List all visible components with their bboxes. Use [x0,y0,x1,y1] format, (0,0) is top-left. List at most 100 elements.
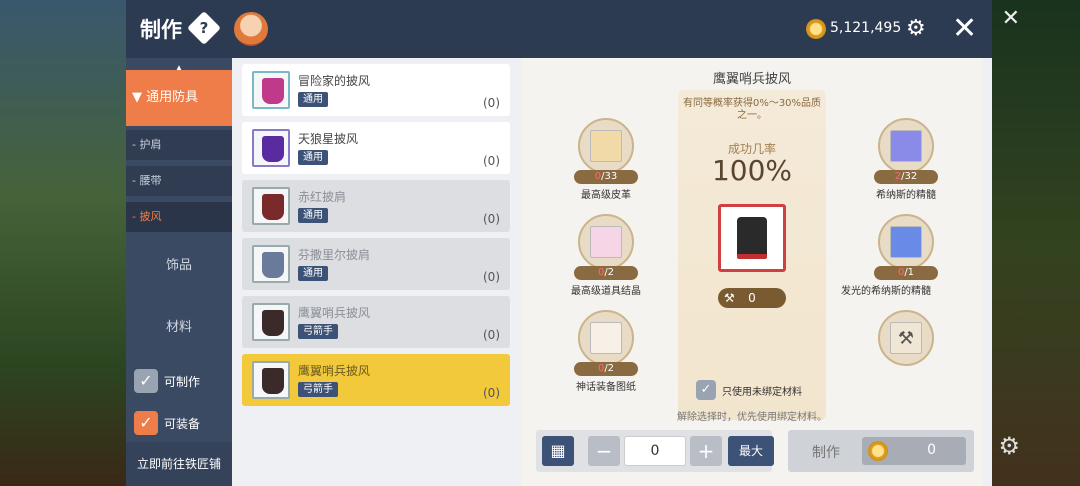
craftable-checkbox[interactable]: ✓ [134,369,158,393]
item-count: (0) [483,96,500,110]
decrease-button[interactable]: − [588,436,620,466]
material-count: 0/33 [574,170,638,184]
item-tag: 通用 [298,150,328,165]
max-button[interactable]: 最大 [728,436,774,466]
material-count: 2/32 [874,170,938,184]
quality-note: 有同等概率获得0%～30%品质之一。 [682,98,822,121]
go-to-blacksmith-button[interactable]: 立即前往铁匠铺 [126,442,232,486]
material-slot[interactable] [578,214,634,270]
list-item[interactable]: 冒险家的披风 通用 (0) [242,64,510,116]
gold-coin-icon [806,19,826,39]
use-unbound-checkbox[interactable]: ✓ [696,380,716,400]
hammer-slot[interactable]: ⚒ [878,310,934,366]
item-count: (0) [483,328,500,342]
item-thumbnail [252,303,290,341]
bound-material-hint: 解除选择时，优先使用绑定材料。 [677,412,827,423]
close-button[interactable]: ✕ [952,12,977,46]
hammer-icon: ⚒ [724,291,735,305]
material-slot[interactable] [578,118,634,174]
use-unbound-label: 只使用未绑定材料 [722,386,802,398]
game-background-left [0,0,128,486]
subcategory-cape[interactable]: - 披风 [126,202,232,232]
title-bar: 制作 ? 5,121,495 ⚙ ✕ [126,0,992,58]
item-tag: 弓箭手 [298,382,338,397]
help-icon[interactable]: ? [187,11,221,45]
filter-craftable[interactable]: ✓ 可制作 [134,368,200,394]
item-count: (0) [483,212,500,226]
item-name: 鹰翼哨兵披风 [298,306,371,320]
item-count: (0) [483,386,500,400]
material-count: 0/1 [874,266,938,280]
item-name: 芬撒里尔披肩 [298,248,371,262]
material-slot[interactable] [578,310,634,366]
crafting-window: 制作 ? 5,121,495 ⚙ ✕ ▲ ▼ 通用防具 - 护肩 - 腰带 - … [126,0,992,486]
subcategory-belt[interactable]: - 腰带 [126,166,232,196]
craft-cost: 0 [862,437,966,465]
quantity-input[interactable]: 0 [624,436,686,466]
item-name: 鹰翼哨兵披风 [298,364,371,378]
shining-essence-icon [890,226,922,258]
material-name: 最高级皮革 [581,190,631,201]
material-slot[interactable] [878,118,934,174]
item-thumbnail [252,187,290,225]
material-name: 希纳斯的精髓 [876,190,936,201]
category-common-armor[interactable]: ▼ 通用防具 [126,70,232,126]
item-name: 冒险家的披风 [298,74,371,88]
quantity-row: ▦ − 0 + 最大 [536,430,774,472]
craft-detail-panel: 鹰翼哨兵披风 有同等概率获得0%～30%品质之一。 成功几率 100% ⚒ 0 … [522,58,982,486]
category-accessories[interactable]: 饰品 [126,236,232,296]
item-name: 赤红披肩 [298,190,347,204]
calculator-button[interactable]: ▦ [542,436,574,466]
equippable-checkbox[interactable]: ✓ [134,411,158,435]
filter-equippable[interactable]: ✓ 可装备 [134,410,200,436]
craft-button[interactable]: 制作 0 [788,430,974,472]
game-background-right [988,0,1080,486]
item-tag: 通用 [298,92,328,107]
item-count: (0) [483,154,500,168]
settings-gear-icon[interactable]: ⚙ [998,432,1020,460]
craft-button-label: 制作 [812,445,840,461]
item-count: (0) [483,270,500,284]
blueprint-icon [590,322,622,354]
background-close-icon[interactable]: ✕ [1002,6,1020,31]
material-name: 发光的希纳斯的精髓 [841,286,931,297]
currency-settings-icon[interactable]: ⚙ [906,16,934,42]
craftable-label: 可制作 [164,374,201,389]
material-count: 0/2 [574,362,638,376]
cape-icon [737,217,767,259]
item-thumbnail [252,71,290,109]
success-rate: 100% [711,154,793,187]
material-count: 0/2 [574,266,638,280]
result-count: 0 [748,291,756,305]
result-count-bar: ⚒ 0 [718,288,786,308]
subcategory-shoulder[interactable]: - 护肩 [126,130,232,160]
list-item[interactable]: 芬撒里尔披肩 通用 (0) [242,238,510,290]
equippable-label: 可装备 [164,416,201,431]
item-thumbnail [252,361,290,399]
craft-cost-amount: 0 [927,442,936,458]
list-item[interactable]: 赤红披肩 通用 (0) [242,180,510,232]
list-item[interactable]: 天狼星披风 通用 (0) [242,122,510,174]
result-item-slot[interactable] [718,204,786,272]
craft-item-title: 鹰翼哨兵披风 [712,72,791,87]
category-materials[interactable]: 材料 [126,298,232,358]
use-unbound-only-option[interactable]: ✓ 只使用未绑定材料 [696,380,802,400]
leather-icon [590,130,622,162]
category-sidebar: ▲ ▼ 通用防具 - 护肩 - 腰带 - 披风 饰品 材料 ✓ 可制作 ✓ 可装… [126,58,232,486]
list-item-selected[interactable]: 鹰翼哨兵披风 弓箭手 (0) [242,354,510,406]
material-slot[interactable] [878,214,934,270]
npc-avatar-icon[interactable] [234,12,268,46]
item-thumbnail [252,129,290,167]
gold-coin-icon [868,441,888,461]
list-item[interactable]: 鹰翼哨兵披风 弓箭手 (0) [242,296,510,348]
increase-button[interactable]: + [690,436,722,466]
item-thumbnail [252,245,290,283]
material-name: 神话装备图纸 [576,382,636,393]
gold-amount: 5,121,495 [830,20,902,36]
crystal-icon [590,226,622,258]
item-name: 天狼星披风 [298,132,359,146]
item-tag: 通用 [298,208,328,223]
essence-icon [890,130,922,162]
item-tag: 弓箭手 [298,324,338,339]
window-title: 制作 [140,18,182,42]
